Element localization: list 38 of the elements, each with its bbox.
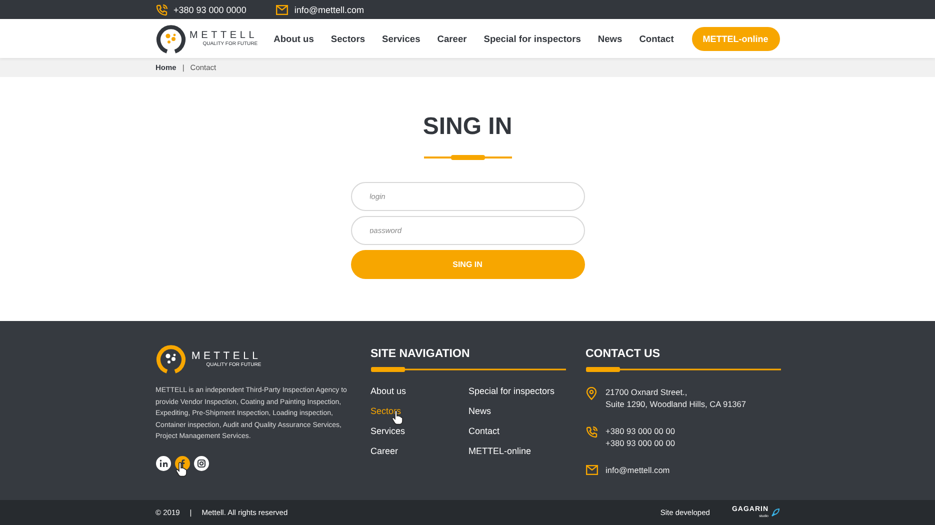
footer-nav-link[interactable]: Sectors <box>370 406 468 416</box>
instagram-icon[interactable] <box>194 456 208 471</box>
email-link[interactable]: info@mettell.com <box>606 464 670 476</box>
section-heading: CONTACT US <box>586 347 662 361</box>
footer-nav-link[interactable]: About us <box>370 386 468 396</box>
nav-link[interactable]: About us <box>274 34 314 44</box>
section-heading: SITE NAVIGATION <box>370 347 471 361</box>
nav-link[interactable]: News <box>598 34 622 44</box>
nav-link[interactable]: Career <box>437 34 467 44</box>
hand-cursor-icon <box>174 462 186 477</box>
phone-icon <box>156 4 168 16</box>
phone-number[interactable]: +380 93 000 00 00 <box>606 425 675 437</box>
nav-link[interactable]: Sectors <box>330 34 366 44</box>
email-icon <box>276 4 288 14</box>
footer-nav-link[interactable]: Services <box>370 426 468 436</box>
footer-nav-link[interactable]: Career <box>370 446 468 456</box>
nav-link[interactable]: Services <box>382 34 420 44</box>
footer-nav-link[interactable]: METTEL-online <box>468 446 566 456</box>
page-title: SING IN <box>422 113 512 141</box>
address-line: Suite 1290, Woodland Hills, CA 91367 <box>606 398 746 410</box>
logo-name[interactable]: METTELL <box>192 350 262 362</box>
address-line: 21700 Oxnard Street., <box>606 386 688 398</box>
logo-icon[interactable] <box>156 344 186 374</box>
phone-icon <box>586 426 598 438</box>
footer-nav-link[interactable]: Special for inspectors <box>468 386 566 396</box>
rocket-icon <box>770 508 780 517</box>
phone-number[interactable]: +380 93 000 00 00 <box>606 437 675 449</box>
phone-number[interactable]: +380 93 000 0000 <box>174 4 246 14</box>
nav-link[interactable]: Special for inspectors <box>484 34 581 44</box>
logo-icon[interactable] <box>156 24 186 54</box>
footer-nav-link[interactable]: Contact <box>468 426 566 436</box>
email-icon <box>586 465 598 475</box>
linkedin-icon[interactable] <box>156 456 170 471</box>
nav-link[interactable]: Contact <box>639 34 674 44</box>
location-pin-icon <box>586 387 598 400</box>
email-link[interactable]: info@mettell.com <box>294 4 364 14</box>
logo-name[interactable]: METTELL <box>190 30 258 41</box>
footer-nav-link[interactable]: News <box>468 406 566 416</box>
